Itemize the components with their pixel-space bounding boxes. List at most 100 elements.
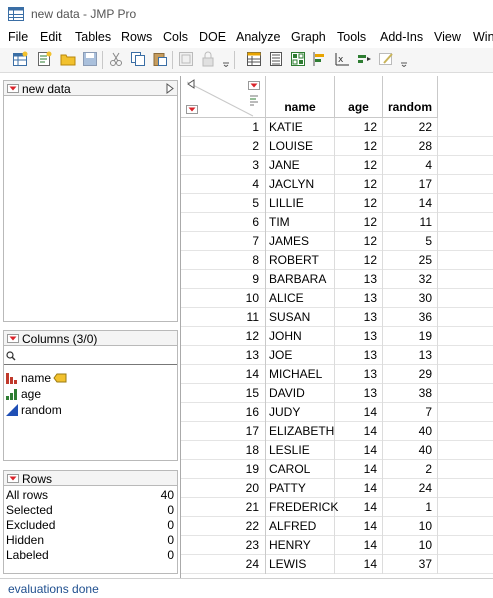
row-number-cell[interactable]: 13: [181, 346, 266, 365]
table-row[interactable]: 24 LEWIS 14 37: [181, 555, 493, 574]
random-cell[interactable]: 1: [383, 498, 438, 517]
name-cell[interactable]: ROBERT: [266, 251, 335, 270]
name-cell[interactable]: PATTY: [266, 479, 335, 498]
name-cell[interactable]: HENRY: [266, 536, 335, 555]
rows-red-triangle-icon[interactable]: [186, 105, 198, 114]
name-cell[interactable]: BARBARA: [266, 270, 335, 289]
menu-edit[interactable]: Edit: [40, 30, 62, 44]
table-row[interactable]: 10 ALICE 13 30: [181, 289, 493, 308]
annotate-icon[interactable]: [378, 51, 394, 67]
random-cell[interactable]: 32: [383, 270, 438, 289]
menu-view[interactable]: View: [434, 30, 461, 44]
red-triangle-icon[interactable]: [7, 474, 19, 483]
sort-icon[interactable]: [290, 51, 306, 67]
random-cell[interactable]: 17: [383, 175, 438, 194]
menu-file[interactable]: File: [8, 30, 28, 44]
row-number-cell[interactable]: 4: [181, 175, 266, 194]
age-cell[interactable]: 14: [335, 479, 383, 498]
row-number-cell[interactable]: 1: [181, 118, 266, 137]
name-cell[interactable]: SUSAN: [266, 308, 335, 327]
row-number-cell[interactable]: 10: [181, 289, 266, 308]
column-search-input[interactable]: [4, 347, 177, 365]
column-header-random[interactable]: random: [383, 76, 438, 118]
age-cell[interactable]: 14: [335, 536, 383, 555]
age-cell[interactable]: 12: [335, 156, 383, 175]
cut-icon[interactable]: [108, 51, 124, 67]
collapse-left-icon[interactable]: [187, 79, 195, 89]
data-table-icon[interactable]: [246, 51, 262, 67]
menu-rows[interactable]: Rows: [121, 30, 152, 44]
table-row[interactable]: 18 LESLIE 14 40: [181, 441, 493, 460]
random-cell[interactable]: 7: [383, 403, 438, 422]
random-cell[interactable]: 10: [383, 536, 438, 555]
name-cell[interactable]: FREDERICK: [266, 498, 338, 517]
table-row[interactable]: 23 HENRY 14 10: [181, 536, 493, 555]
table-row[interactable]: 4 JACLYN 12 17: [181, 175, 493, 194]
name-cell[interactable]: LILLIE: [266, 194, 335, 213]
age-cell[interactable]: 14: [335, 555, 383, 574]
column-item-age[interactable]: age: [6, 387, 126, 402]
random-cell[interactable]: 2: [383, 460, 438, 479]
row-number-cell[interactable]: 21: [181, 498, 266, 517]
random-cell[interactable]: 40: [383, 441, 438, 460]
random-cell[interactable]: 30: [383, 289, 438, 308]
row-number-cell[interactable]: 11: [181, 308, 266, 327]
random-cell[interactable]: 24: [383, 479, 438, 498]
copy-icon[interactable]: [130, 51, 146, 67]
row-number-cell[interactable]: 3: [181, 156, 266, 175]
row-number-cell[interactable]: 6: [181, 213, 266, 232]
table-row[interactable]: 11 SUSAN 13 36: [181, 308, 493, 327]
age-cell[interactable]: 13: [335, 384, 383, 403]
expand-right-icon[interactable]: [166, 83, 174, 94]
random-cell[interactable]: 29: [383, 365, 438, 384]
row-number-cell[interactable]: 19: [181, 460, 266, 479]
snapshot-icon[interactable]: [178, 51, 194, 67]
age-cell[interactable]: 14: [335, 422, 383, 441]
name-cell[interactable]: JACLYN: [266, 175, 335, 194]
row-number-cell[interactable]: 14: [181, 365, 266, 384]
age-cell[interactable]: 12: [335, 194, 383, 213]
random-cell[interactable]: 36: [383, 308, 438, 327]
name-cell[interactable]: JOHN: [266, 327, 335, 346]
age-cell[interactable]: 14: [335, 460, 383, 479]
column-header-age[interactable]: age: [335, 76, 383, 118]
row-number-cell[interactable]: 16: [181, 403, 266, 422]
name-cell[interactable]: LESLIE: [266, 441, 335, 460]
rows-header[interactable]: Rows: [3, 470, 178, 486]
random-cell[interactable]: 38: [383, 384, 438, 403]
name-cell[interactable]: TIM: [266, 213, 335, 232]
row-number-cell[interactable]: 7: [181, 232, 266, 251]
table-row[interactable]: 19 CAROL 14 2: [181, 460, 493, 479]
grid-corner[interactable]: [181, 76, 266, 118]
fit-model-icon[interactable]: [356, 51, 372, 67]
random-cell[interactable]: 19: [383, 327, 438, 346]
age-cell[interactable]: 13: [335, 289, 383, 308]
column-header-name[interactable]: name: [266, 76, 335, 118]
age-cell[interactable]: 13: [335, 327, 383, 346]
row-number-cell[interactable]: 22: [181, 517, 266, 536]
row-number-cell[interactable]: 15: [181, 384, 266, 403]
age-cell[interactable]: 12: [335, 232, 383, 251]
age-cell[interactable]: 12: [335, 118, 383, 137]
age-cell[interactable]: 12: [335, 251, 383, 270]
name-cell[interactable]: JUDY: [266, 403, 335, 422]
menu-tools[interactable]: Tools: [337, 30, 366, 44]
age-cell[interactable]: 14: [335, 403, 383, 422]
name-cell[interactable]: ALICE: [266, 289, 335, 308]
table-row[interactable]: 16 JUDY 14 7: [181, 403, 493, 422]
table-row[interactable]: 22 ALFRED 14 10: [181, 517, 493, 536]
table-row[interactable]: 15 DAVID 13 38: [181, 384, 493, 403]
paste-icon[interactable]: [152, 51, 168, 67]
column-item-name[interactable]: name: [6, 371, 126, 386]
name-cell[interactable]: CAROL: [266, 460, 335, 479]
new-script-icon[interactable]: [36, 51, 52, 67]
name-cell[interactable]: LOUISE: [266, 137, 335, 156]
table-row[interactable]: 6 TIM 12 11: [181, 213, 493, 232]
age-cell[interactable]: 13: [335, 365, 383, 384]
red-triangle-icon[interactable]: [7, 84, 19, 93]
dropdown-icon[interactable]: [222, 51, 230, 67]
row-number-cell[interactable]: 18: [181, 441, 266, 460]
columns-header[interactable]: Columns (3/0): [3, 330, 178, 346]
name-cell[interactable]: ELIZABETH: [266, 422, 335, 441]
table-row[interactable]: 12 JOHN 13 19: [181, 327, 493, 346]
